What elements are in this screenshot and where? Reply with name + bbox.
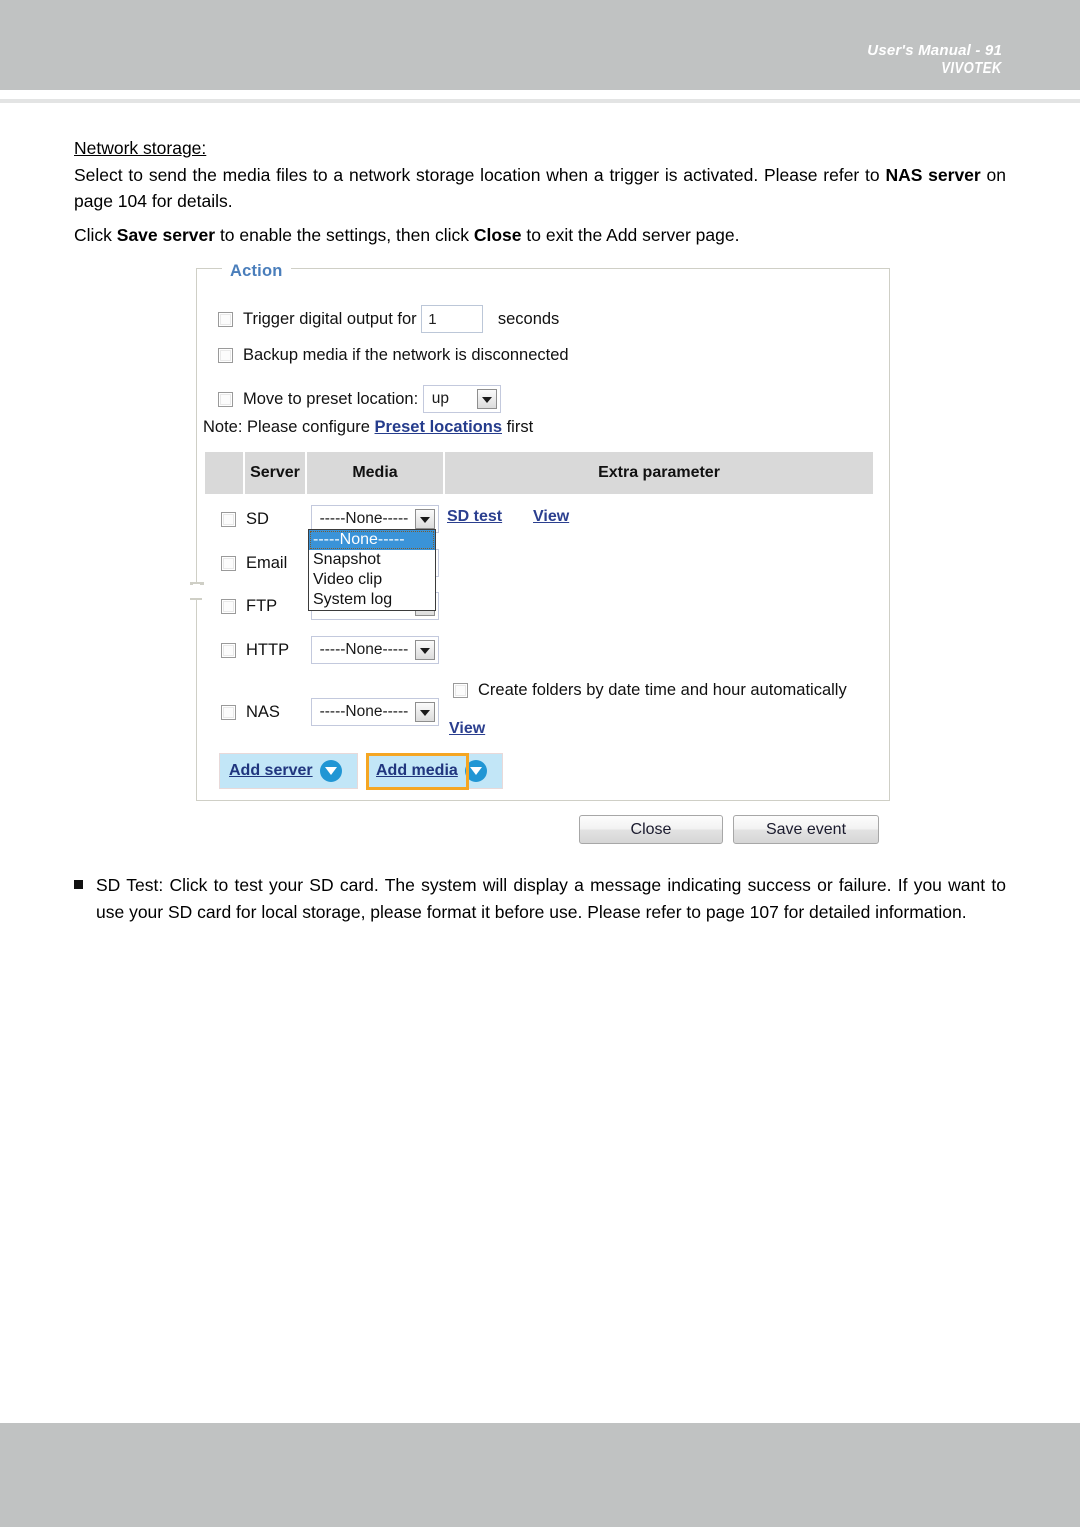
trigger-digital-output-checkbox[interactable] <box>218 311 233 327</box>
header-divider-rule <box>0 99 1080 103</box>
sd-row-checkbox[interactable] <box>221 511 236 527</box>
dropdown-option-system-log[interactable]: System log <box>309 590 435 610</box>
preset-locations-link[interactable]: Preset locations <box>375 418 502 436</box>
backup-media-checkbox[interactable] <box>218 348 233 364</box>
backup-media-label: Backup media if the network is disconnec… <box>243 346 569 365</box>
create-folders-checkbox[interactable] <box>453 683 468 699</box>
chevron-down-icon <box>414 640 435 660</box>
table-header-server: Server <box>245 452 305 494</box>
network-storage-section: Network storage: Select to send the medi… <box>74 135 1006 215</box>
close-bold: Close <box>473 225 522 245</box>
page-footer-band <box>0 1423 1080 1527</box>
network-storage-paragraph: Select to send the media files to a netw… <box>74 162 1006 215</box>
http-row-checkbox[interactable] <box>221 642 236 658</box>
vivotek-logo: VIVOTEK <box>941 60 1002 77</box>
media-dropdown-open-list[interactable]: -----None----- Snapshot Video clip Syste… <box>308 529 436 611</box>
move-to-preset-label: Move to preset location: <box>243 389 419 408</box>
nas-media-select[interactable]: -----None----- <box>310 698 439 726</box>
nas-row-server-label: NAS <box>246 702 280 721</box>
move-to-preset-checkbox[interactable] <box>218 391 233 407</box>
sd-test-bullet-text: SD Test: Click to test your SD card. The… <box>96 875 1006 922</box>
nas-extra-links: View <box>449 720 485 738</box>
chevron-down-icon <box>414 509 435 529</box>
para2-text-a: Click <box>74 225 117 245</box>
chevron-down-icon <box>476 389 497 409</box>
trigger-digital-output-label: Trigger digital output for <box>243 309 417 328</box>
nas-view-link[interactable]: View <box>449 720 485 737</box>
move-to-preset-row: Move to preset location: up <box>218 385 501 413</box>
bullet-square-icon <box>74 880 83 889</box>
ftp-row-checkbox[interactable] <box>221 598 236 614</box>
http-media-value: -----None----- <box>319 641 409 658</box>
trigger-seconds-input[interactable]: 1 <box>421 305 484 333</box>
add-media-highlight-box <box>366 753 469 790</box>
table-header-media: Media <box>307 452 443 494</box>
trigger-digital-output-row: Trigger digital output for 1 seconds <box>218 305 559 333</box>
http-media-select[interactable]: -----None----- <box>310 636 439 664</box>
table-header-extra-parameter: Extra parameter <box>445 452 873 494</box>
preset-note: Note: Please configure Preset locations … <box>203 418 533 437</box>
footer-page-label: User's Manual - 91 <box>867 42 1002 59</box>
sd-view-link[interactable]: View <box>533 508 569 525</box>
close-button[interactable]: Close <box>579 815 723 844</box>
table-row-http: HTTP -----None----- <box>221 636 439 664</box>
backup-media-row: Backup media if the network is disconnec… <box>218 346 569 365</box>
save-server-instruction: Click Save server to enable the settings… <box>74 222 1006 249</box>
save-server-bold: Save server <box>116 225 216 245</box>
dropdown-option-snapshot[interactable]: Snapshot <box>309 550 435 570</box>
para2-text-c: to exit the Add server page. <box>521 225 740 245</box>
http-row-server-label: HTTP <box>246 640 290 659</box>
table-header-checkbox-col <box>205 452 243 494</box>
email-row-checkbox[interactable] <box>221 555 236 571</box>
nas-create-folders-row: Create folders by date time and hour aut… <box>453 681 847 700</box>
dropdown-option-none[interactable]: -----None----- <box>309 530 435 550</box>
trigger-seconds-unit: seconds <box>497 309 560 328</box>
chevron-down-circle-icon <box>319 760 342 782</box>
fieldset-border-notch-bottom <box>190 598 202 600</box>
preset-location-select[interactable]: up <box>422 385 501 413</box>
sd-extra-links: SD test View <box>447 508 569 526</box>
sd-test-link[interactable]: SD test <box>447 508 502 525</box>
save-event-button[interactable]: Save event <box>733 815 879 844</box>
server-media-table-header: Server Media Extra parameter <box>205 452 873 494</box>
sd-test-bullet: SD Test: Click to test your SD card. The… <box>74 872 1006 925</box>
nas-server-bold: NAS server <box>885 164 981 185</box>
add-server-button[interactable]: Add server <box>219 753 358 789</box>
create-folders-label: Create folders by date time and hour aut… <box>478 681 847 700</box>
note-text-a: Note: Please configure <box>203 418 375 436</box>
sd-row-server-label: SD <box>246 509 269 528</box>
action-legend: Action <box>222 262 291 281</box>
table-row-nas: NAS -----None----- <box>221 698 439 726</box>
chevron-down-icon <box>414 702 435 722</box>
email-row-server-label: Email <box>246 553 288 572</box>
note-text-b: first <box>502 418 534 436</box>
dropdown-option-video-clip[interactable]: Video clip <box>309 570 435 590</box>
preset-location-value: up <box>431 390 450 407</box>
para2-text-b: to enable the settings, then click <box>215 225 474 245</box>
nas-media-value: -----None----- <box>319 703 409 720</box>
para1-text-a: Select to send the media files to a netw… <box>74 164 886 185</box>
ftp-row-server-label: FTP <box>246 596 278 615</box>
nas-row-checkbox[interactable] <box>221 704 236 720</box>
network-storage-heading: Network storage: <box>74 138 207 158</box>
add-server-label: Add server <box>229 762 313 779</box>
